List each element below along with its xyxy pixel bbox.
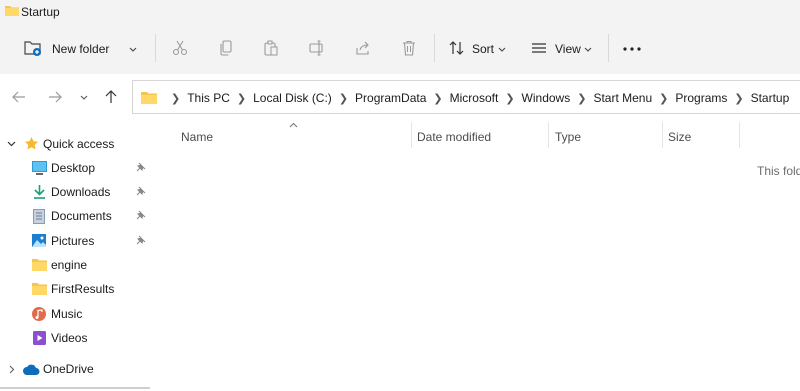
toolbar-separator: [608, 34, 609, 62]
new-folder-icon: [24, 41, 41, 56]
downloads-icon: [34, 185, 45, 199]
paste-icon[interactable]: [263, 40, 279, 56]
column-divider[interactable]: [739, 122, 740, 148]
chevron-down-icon[interactable]: [7, 141, 16, 147]
chevron-right-icon[interactable]: ❯: [433, 92, 442, 105]
sidebar-item-label: Quick access: [43, 137, 115, 151]
forward-arrow-icon[interactable]: [48, 90, 62, 104]
sidebar-scrollbar[interactable]: [0, 387, 150, 389]
sidebar-item-firstresults[interactable]: FirstResults: [0, 278, 150, 300]
sidebar-item-desktop[interactable]: Desktop: [0, 157, 150, 179]
sidebar-item-quick-access[interactable]: Quick access: [0, 133, 150, 155]
chevron-right-icon[interactable]: ❯: [577, 92, 586, 105]
column-divider[interactable]: [411, 122, 412, 148]
chevron-down-icon: [129, 47, 137, 52]
sidebar-item-documents[interactable]: Documents: [0, 205, 150, 227]
sort-ascending-icon: [289, 122, 298, 128]
chevron-right-icon[interactable]: ❯: [237, 92, 246, 105]
chevron-right-icon[interactable]: ❯: [505, 92, 514, 105]
window-title: Startup: [21, 5, 60, 19]
empty-folder-message: This fold: [757, 164, 800, 178]
sidebar-item-label: engine: [51, 258, 88, 272]
toolbar-separator: [155, 34, 156, 62]
pictures-icon: [32, 234, 46, 247]
breadcrumb-item[interactable]: Start Menu: [593, 91, 652, 105]
breadcrumb-item[interactable]: ProgramData: [355, 91, 426, 105]
chevron-right-icon[interactable]: ❯: [339, 92, 348, 105]
rename-icon[interactable]: [309, 40, 325, 56]
column-header-size[interactable]: Size: [668, 130, 691, 144]
breadcrumb-item[interactable]: This PC: [187, 91, 230, 105]
sort-label: Sort: [472, 42, 495, 56]
breadcrumb-item[interactable]: Programs: [675, 91, 727, 105]
breadcrumb: ❯ This PC ❯ Local Disk (C:) ❯ ProgramDat…: [171, 91, 789, 105]
sidebar-item-music[interactable]: Music: [0, 303, 150, 325]
sidebar-item-label: FirstResults: [51, 282, 115, 296]
sidebar-item-label: Downloads: [51, 185, 111, 199]
cloud-icon: [23, 364, 40, 375]
view-list-icon: [532, 43, 546, 53]
address-bar[interactable]: ❯ This PC ❯ Local Disk (C:) ❯ ProgramDat…: [132, 80, 800, 114]
command-bar: New folder Sort View: [0, 24, 800, 74]
music-icon: [32, 307, 46, 321]
sidebar-item-label: Music: [51, 307, 83, 321]
sort-icon: [449, 41, 464, 55]
sort-button[interactable]: Sort: [449, 38, 511, 60]
sidebar-item-downloads[interactable]: Downloads: [0, 181, 150, 203]
folder-icon: [141, 92, 157, 104]
delete-icon[interactable]: [401, 40, 417, 56]
chevron-right-icon[interactable]: ❯: [734, 92, 743, 105]
toolbar-separator: [434, 34, 435, 62]
up-arrow-icon[interactable]: [104, 90, 118, 104]
folder-icon: [5, 6, 19, 16]
copy-icon[interactable]: [218, 40, 234, 56]
cut-icon[interactable]: [172, 40, 188, 56]
pin-icon[interactable]: [136, 186, 146, 196]
folder-icon: [32, 259, 47, 271]
new-folder-label: New folder: [52, 42, 110, 56]
sidebar-item-label: OneDrive: [43, 362, 94, 376]
chevron-down-icon[interactable]: [80, 95, 88, 101]
navigation-pane: Quick access Desktop Downloads Documents: [0, 122, 150, 391]
desktop-icon: [32, 161, 47, 175]
pin-icon[interactable]: [136, 162, 146, 172]
sidebar-item-label: Videos: [51, 331, 88, 345]
chevron-down-icon: [498, 47, 506, 52]
breadcrumb-item[interactable]: Startup: [751, 91, 790, 105]
chevron-down-icon: [584, 47, 592, 52]
pin-icon[interactable]: [136, 235, 146, 245]
sidebar-item-pictures[interactable]: Pictures: [0, 230, 150, 252]
breadcrumb-item[interactable]: Windows: [522, 91, 571, 105]
share-icon[interactable]: [355, 40, 371, 56]
new-folder-button[interactable]: New folder: [24, 38, 144, 60]
sidebar-item-label: Desktop: [51, 161, 96, 175]
title-bar: Startup: [0, 0, 800, 24]
column-header-name[interactable]: Name: [181, 130, 213, 144]
more-options-icon[interactable]: [623, 46, 641, 52]
file-list: Name Date modified Type Size This fold: [150, 122, 800, 391]
pin-icon[interactable]: [136, 210, 146, 220]
documents-icon: [33, 209, 45, 224]
videos-icon: [33, 331, 46, 345]
sidebar-item-videos[interactable]: Videos: [0, 327, 150, 349]
back-arrow-icon[interactable]: [12, 90, 26, 104]
chevron-right-icon[interactable]: [9, 365, 15, 374]
column-header-type[interactable]: Type: [555, 130, 581, 144]
view-button[interactable]: View: [531, 38, 597, 60]
sidebar-item-engine[interactable]: engine: [0, 254, 150, 276]
chevron-right-icon: ❯: [171, 92, 181, 105]
view-label: View: [555, 42, 581, 56]
sidebar-item-onedrive[interactable]: OneDrive: [0, 358, 150, 380]
column-header-date-modified[interactable]: Date modified: [417, 130, 491, 144]
column-divider[interactable]: [548, 122, 549, 148]
chevron-right-icon[interactable]: ❯: [659, 92, 668, 105]
star-icon: [24, 136, 39, 150]
folder-icon: [32, 283, 47, 295]
breadcrumb-item[interactable]: Local Disk (C:): [253, 91, 332, 105]
sidebar-item-label: Pictures: [51, 234, 95, 248]
breadcrumb-item[interactable]: Microsoft: [450, 91, 499, 105]
column-divider[interactable]: [662, 122, 663, 148]
sidebar-item-label: Documents: [51, 209, 112, 223]
